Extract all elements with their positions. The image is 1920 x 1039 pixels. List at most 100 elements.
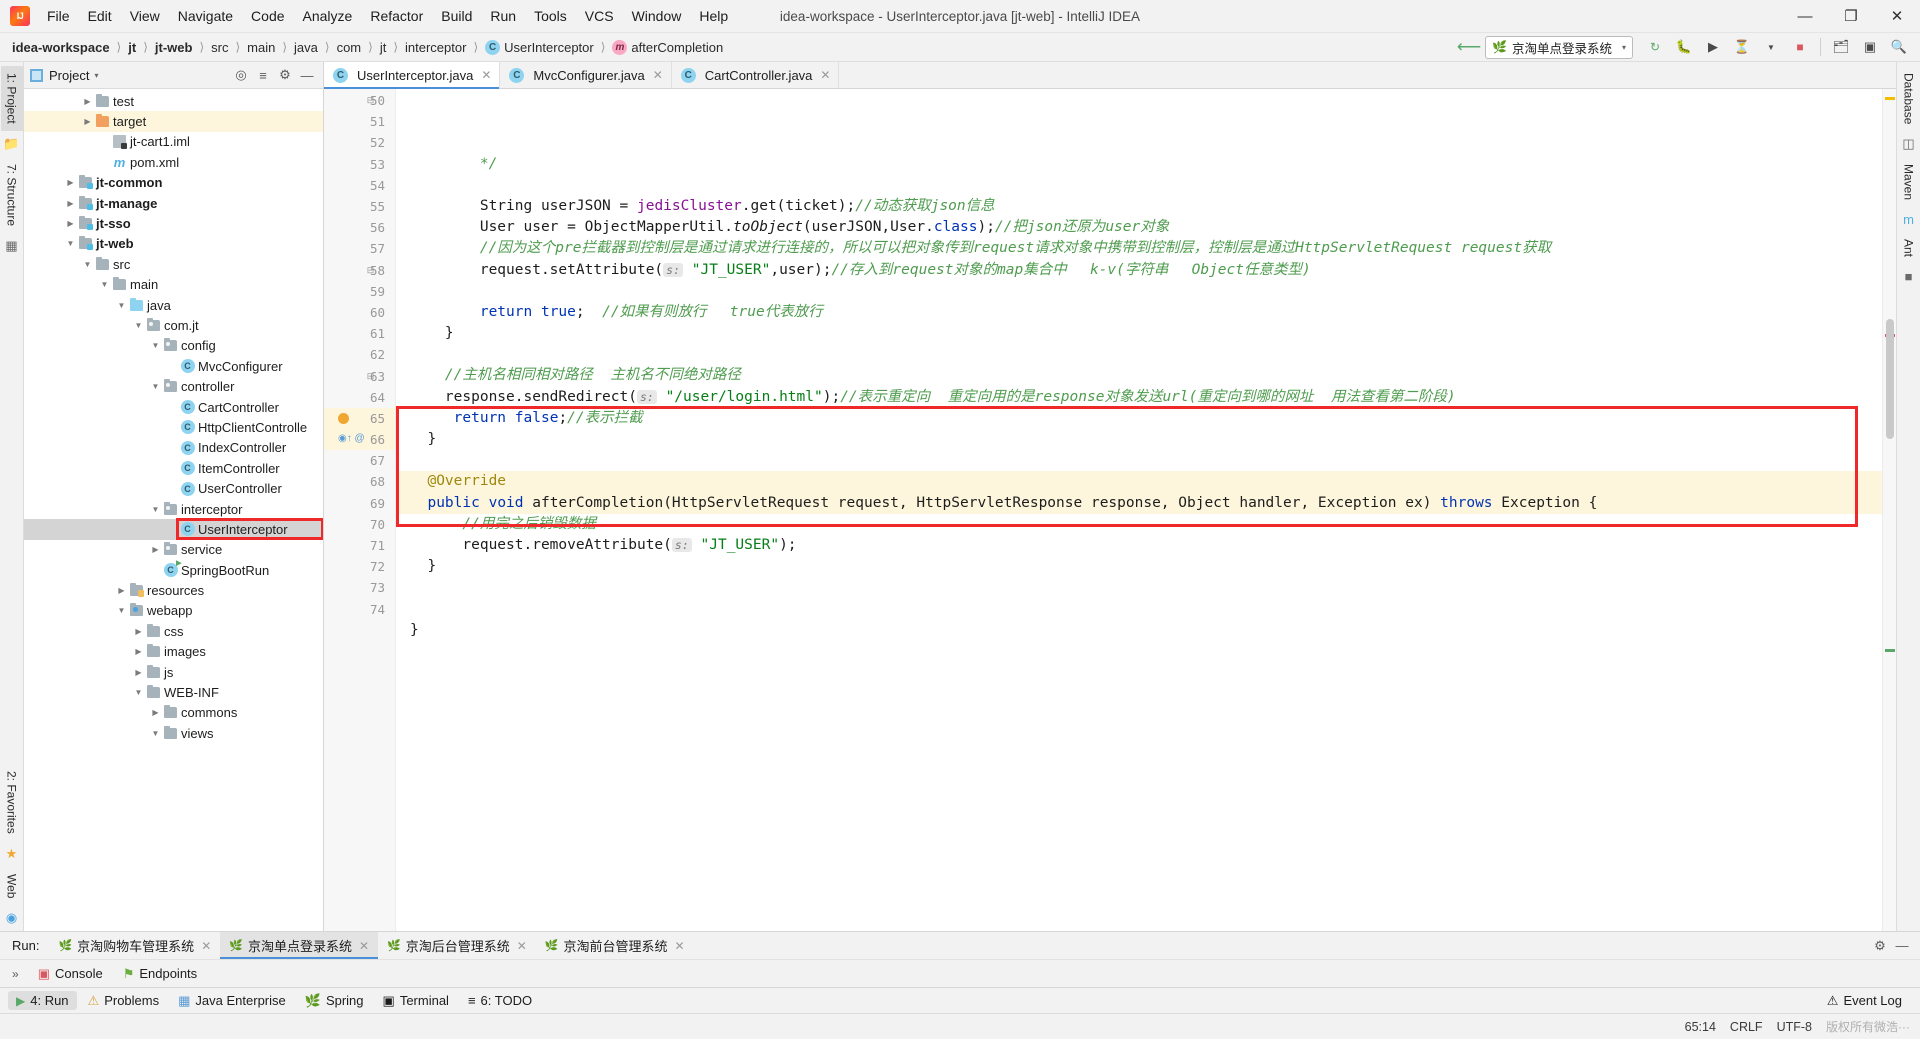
- chevron-right-icon[interactable]: ▶: [81, 97, 94, 106]
- code-line[interactable]: @Override: [396, 471, 1882, 493]
- breadcrumb-item-jt-pkg[interactable]: jt: [378, 39, 389, 56]
- chevron-right-icon[interactable]: ▶: [149, 545, 162, 554]
- chevron-down-icon[interactable]: ▼: [149, 382, 162, 391]
- tool-tab-project[interactable]: 1: Project: [0, 66, 23, 131]
- chevron-down-icon[interactable]: ▼: [64, 239, 77, 248]
- tool-tab-database[interactable]: Database: [1898, 66, 1920, 131]
- tree-node-web-inf[interactable]: ▼ WEB-INF: [24, 682, 323, 702]
- minimize-button[interactable]: —: [1782, 0, 1828, 32]
- code-line[interactable]: //用完之后销毁数据: [396, 514, 1882, 535]
- chevron-right-icon[interactable]: ▶: [132, 627, 145, 636]
- sub-tab-endpoints[interactable]: ⚑ Endpoints: [114, 963, 206, 985]
- breadcrumb-item-jt-web[interactable]: jt-web: [153, 39, 195, 56]
- chevron-right-icon[interactable]: ▶: [132, 668, 145, 677]
- sub-tab-console[interactable]: ▣ Console: [29, 963, 112, 985]
- tree-node-target[interactable]: ▶ target: [24, 111, 323, 132]
- code-line[interactable]: }: [396, 620, 1882, 641]
- caret-position[interactable]: 65:14: [1685, 1020, 1716, 1034]
- tree-node-controller[interactable]: ▼ controller: [24, 376, 323, 396]
- strip-item-problems[interactable]: ⚠ Problems: [80, 991, 168, 1011]
- settings-gear-icon[interactable]: ⚙: [275, 65, 295, 85]
- tree-node-webapp[interactable]: ▼ webapp: [24, 601, 323, 621]
- close-icon[interactable]: ✕: [201, 939, 211, 953]
- editor-marker-strip[interactable]: [1882, 89, 1896, 931]
- code-line[interactable]: [396, 641, 1882, 662]
- tree-node-jt-web[interactable]: ▼ jt-web: [24, 234, 323, 254]
- tree-node-jt-common[interactable]: ▶ jt-common: [24, 173, 323, 193]
- tree-node-jt-cart1-iml[interactable]: ▶jt-cart1.iml: [24, 132, 323, 152]
- search-everywhere-icon[interactable]: 🔍: [1886, 35, 1912, 59]
- editor-scrollbar-thumb[interactable]: [1886, 319, 1894, 439]
- code-line[interactable]: [396, 662, 1882, 683]
- structure-icon[interactable]: ▦: [5, 233, 17, 259]
- code-line[interactable]: User user = ObjectMapperUtil.toObject(us…: [396, 217, 1882, 238]
- tree-node-com-jt[interactable]: ▼ com.jt: [24, 315, 323, 335]
- code-line[interactable]: }: [396, 429, 1882, 450]
- chevron-right-icon[interactable]: ▶: [64, 178, 77, 187]
- maximize-button[interactable]: ❐: [1828, 0, 1874, 32]
- tree-node-indexcontroller[interactable]: ▶CIndexController: [24, 438, 323, 458]
- tree-node-httpclientcontrolle[interactable]: ▶CHttpClientControlle: [24, 417, 323, 437]
- ant-icon[interactable]: ■: [1905, 264, 1913, 289]
- maven-icon[interactable]: m: [1903, 207, 1914, 232]
- breadcrumb-item-userinterceptor[interactable]: C UserInterceptor: [483, 39, 596, 56]
- menu-code[interactable]: Code: [242, 4, 293, 28]
- menu-view[interactable]: View: [121, 4, 169, 28]
- code-editor[interactable]: 50 ⊟ 51 52 53 54 55 56 57 58 ⊟ 59 60 61 62 63 ⊟ 64 65 66 ◉↑ …: [324, 89, 1896, 931]
- chevron-right-icon[interactable]: ▶: [115, 586, 128, 595]
- close-icon[interactable]: ✕: [653, 68, 663, 82]
- tree-node-service[interactable]: ▶ service: [24, 540, 323, 560]
- tool-tab-favorites[interactable]: 2: Favorites: [1, 764, 23, 841]
- breadcrumb-item-interceptor[interactable]: interceptor: [403, 39, 468, 56]
- tree-node-jt-sso[interactable]: ▶ jt-sso: [24, 213, 323, 233]
- settings-gear-icon[interactable]: ⚙: [1870, 936, 1890, 956]
- menu-build[interactable]: Build: [432, 4, 481, 28]
- tree-node-cartcontroller[interactable]: ▶CCartController: [24, 397, 323, 417]
- chevron-down-icon[interactable]: ▼: [115, 606, 128, 615]
- strip-item-todo[interactable]: ≡ 6: TODO: [460, 991, 540, 1010]
- chevron-down-icon[interactable]: ▼: [149, 505, 162, 514]
- tree-node-css[interactable]: ▶ css: [24, 621, 323, 641]
- chevron-right-icon[interactable]: ▶: [132, 647, 145, 656]
- menu-tools[interactable]: Tools: [525, 4, 576, 28]
- tab-mvcconfigurer-java[interactable]: C MvcConfigurer.java ✕: [500, 62, 672, 88]
- close-icon[interactable]: ✕: [517, 939, 527, 953]
- run-tab-sso[interactable]: 🌿 京淘单点登录系统 ✕: [220, 932, 379, 959]
- code-line[interactable]: //主机名相同相对路径 主机名不同绝对路径: [396, 365, 1882, 386]
- code-line[interactable]: response.sendRedirect(s: "/user/login.ht…: [396, 387, 1882, 408]
- strip-item-run[interactable]: ▶ 4: Run: [8, 991, 77, 1010]
- hide-icon[interactable]: —: [1892, 936, 1912, 956]
- run-tab-web[interactable]: 🌿 京淘前台管理系统 ✕: [536, 932, 694, 959]
- tree-node-resources[interactable]: ▶ resources: [24, 580, 323, 600]
- chevron-down-icon[interactable]: ▼: [98, 280, 111, 289]
- tree-node-js[interactable]: ▶ js: [24, 662, 323, 682]
- chevron-right-icon[interactable]: ▶: [149, 708, 162, 717]
- database-icon[interactable]: ◫: [1902, 131, 1914, 157]
- run-configuration-selector[interactable]: 🌿 京淘单点登录系统 ▾: [1485, 35, 1633, 59]
- profiler-icon[interactable]: ⏳: [1729, 35, 1755, 59]
- tree-node-images[interactable]: ▶ images: [24, 642, 323, 662]
- tree-node-views[interactable]: ▼ views: [24, 723, 323, 743]
- breadcrumb-item-idea-workspace[interactable]: idea-workspace: [10, 39, 112, 56]
- intention-bulb-icon[interactable]: [338, 413, 349, 424]
- file-encoding[interactable]: UTF-8: [1777, 1020, 1812, 1034]
- collapse-all-icon[interactable]: ≡: [253, 65, 273, 85]
- tree-node-java[interactable]: ▼ java: [24, 295, 323, 315]
- strip-item-event-log[interactable]: ⚠ Event Log: [1819, 991, 1910, 1011]
- menu-window[interactable]: Window: [623, 4, 691, 28]
- code-line[interactable]: public void afterCompletion(HttpServletR…: [396, 492, 1882, 514]
- close-icon[interactable]: ✕: [675, 939, 685, 953]
- tree-node-interceptor[interactable]: ▼ interceptor: [24, 499, 323, 519]
- terminal-icon[interactable]: ▣: [1857, 35, 1883, 59]
- close-icon[interactable]: ✕: [481, 68, 491, 82]
- chevron-down-icon[interactable]: ▼: [1758, 35, 1784, 59]
- tree-node-main[interactable]: ▼ main: [24, 275, 323, 295]
- chevron-down-icon[interactable]: ▼: [115, 301, 128, 310]
- tree-node-test[interactable]: ▶ test: [24, 91, 323, 111]
- code-line[interactable]: request.setAttribute(s: "JT_USER",user);…: [396, 260, 1882, 281]
- project-files-icon[interactable]: 📁: [3, 131, 19, 157]
- tree-node-mvcconfigurer[interactable]: ▶CMvcConfigurer: [24, 356, 323, 376]
- fold-marker-icon[interactable]: ⊟: [366, 95, 375, 105]
- close-icon[interactable]: ✕: [820, 68, 830, 82]
- web-icon[interactable]: ◉: [6, 905, 17, 931]
